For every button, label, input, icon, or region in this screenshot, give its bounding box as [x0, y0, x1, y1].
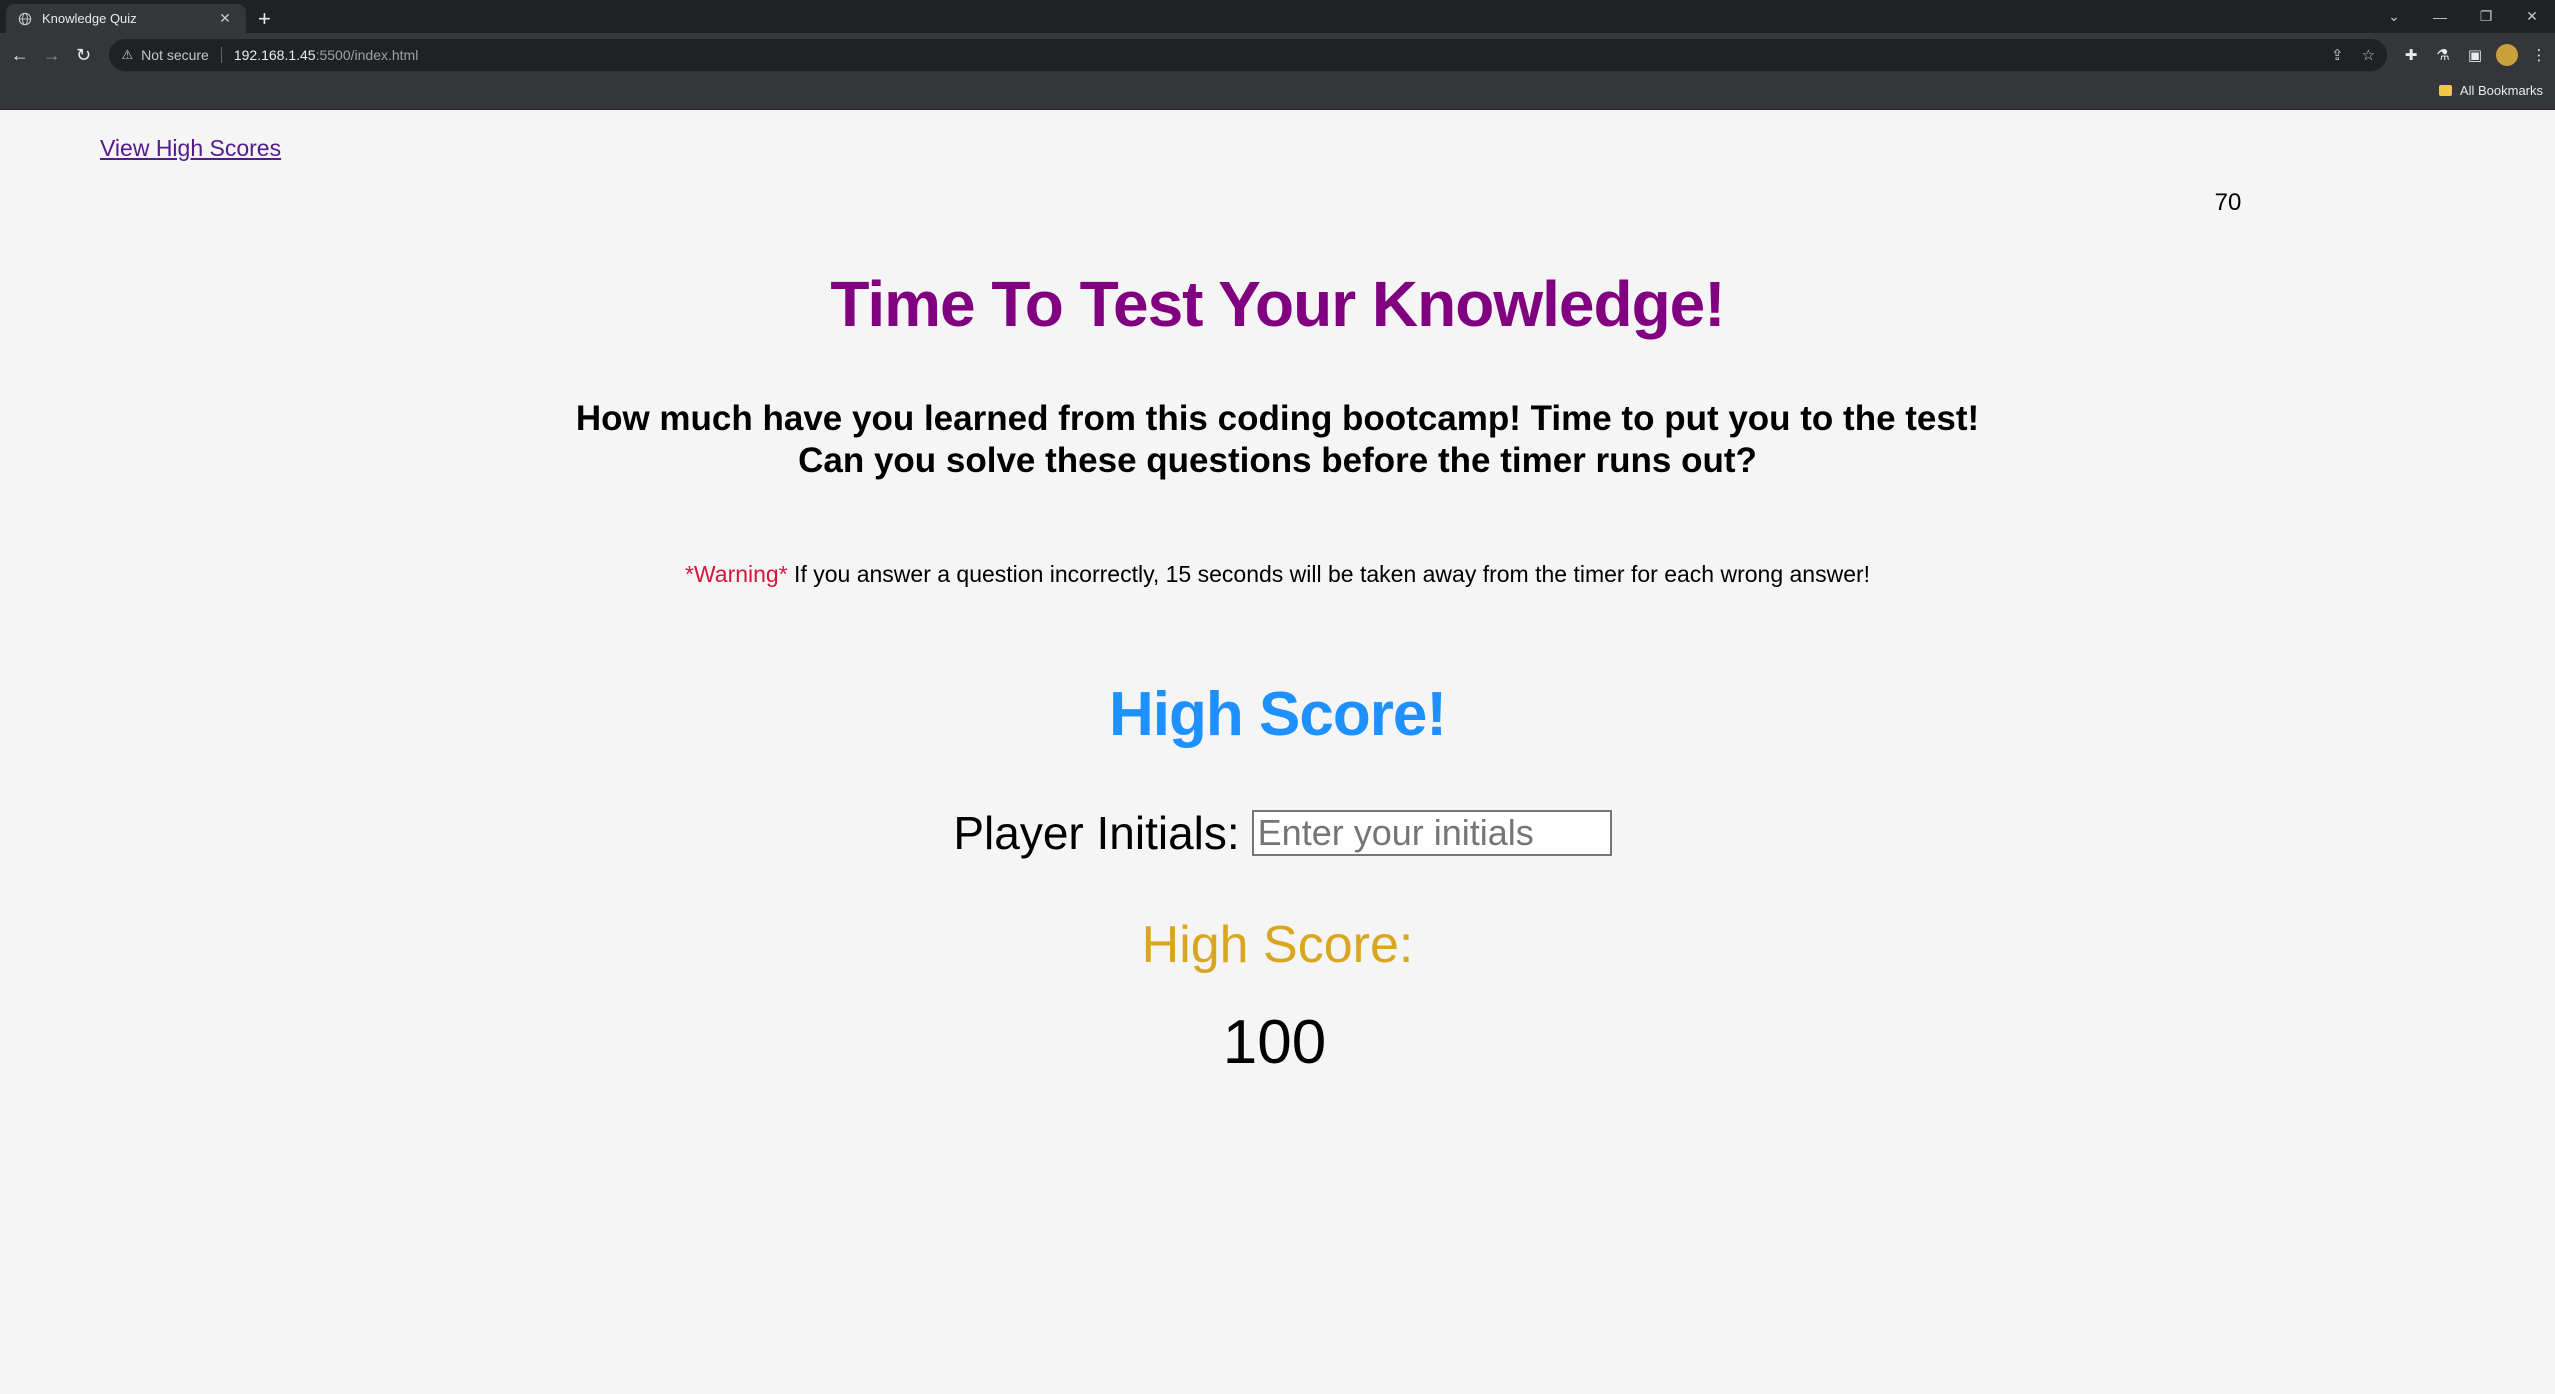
globe-icon	[18, 12, 32, 25]
minimize-icon[interactable]: —	[2417, 9, 2463, 25]
timer-display: 70	[2214, 189, 2242, 216]
intro-line-1: How much have you learned from this codi…	[575, 399, 1980, 438]
warning-message: *Warning* If you answer a question incor…	[0, 561, 2555, 588]
address-divider	[220, 47, 222, 63]
score-value: 100	[1222, 1008, 1327, 1077]
side-panel-icon[interactable]: ▣	[2459, 46, 2491, 64]
bookmarks-bar: All Bookmarks	[0, 77, 2555, 110]
security-label[interactable]: Not secure	[141, 47, 209, 63]
address-bar[interactable]: ⚠ Not secure 192.168.1.45:5500/index.htm…	[109, 39, 2388, 71]
view-high-scores-link[interactable]: View High Scores	[100, 135, 281, 162]
initials-label: Player Initials:	[953, 807, 1240, 859]
profile-avatar[interactable]	[2496, 44, 2519, 66]
share-icon[interactable]: ⇪	[2331, 46, 2344, 64]
score-label: High Score:	[1141, 916, 1414, 974]
window-close-icon[interactable]: ✕	[2509, 8, 2555, 25]
restore-icon[interactable]: ❐	[2463, 8, 2509, 25]
reload-icon[interactable]: ↻	[68, 45, 100, 66]
warning-triangle-icon[interactable]: ⚠	[121, 47, 133, 63]
toolbar-icons: ✚ ⚗ ▣ ⋮	[2395, 44, 2555, 66]
initials-row: Player Initials:	[0, 806, 2555, 860]
page-title: Time To Test Your Knowledge!	[830, 268, 1725, 340]
page-content: View High Scores 70 Time To Test Your Kn…	[0, 109, 2555, 1394]
warning-tag: *Warning*	[684, 561, 788, 587]
url-path: :5500/index.html	[315, 47, 419, 63]
browser-tab[interactable]: Knowledge Quiz ✕	[6, 4, 246, 33]
url-host: 192.168.1.45	[233, 47, 316, 63]
browser-tab-strip: Knowledge Quiz ✕ + ⌄ — ❐ ✕	[0, 0, 2555, 33]
extensions-icon[interactable]: ✚	[2395, 46, 2427, 64]
lab-flask-icon[interactable]: ⚗	[2427, 46, 2459, 64]
forward-arrow-icon[interactable]: →	[36, 45, 68, 66]
all-bookmarks-label: All Bookmarks	[2459, 83, 2543, 98]
tab-close-icon[interactable]: ✕	[216, 10, 234, 27]
intro-text: How much have you learned from this codi…	[0, 398, 2555, 482]
warning-text: If you answer a question incorrectly, 15…	[787, 561, 1871, 587]
browser-toolbar: ← → ↻ ⚠ Not secure 192.168.1.45:5500/ind…	[0, 33, 2555, 77]
tab-title: Knowledge Quiz	[42, 11, 137, 26]
bookmark-star-icon[interactable]: ☆	[2362, 46, 2375, 64]
back-arrow-icon[interactable]: ←	[4, 45, 36, 66]
window-controls: ⌄ — ❐ ✕	[2371, 0, 2555, 33]
high-score-heading: High Score!	[1109, 680, 1447, 749]
tab-search-icon[interactable]: ⌄	[2371, 8, 2417, 25]
new-tab-button[interactable]: +	[258, 4, 271, 33]
folder-icon	[2438, 85, 2452, 96]
intro-line-2: Can you solve these questions before the…	[798, 441, 1757, 480]
all-bookmarks-button[interactable]: All Bookmarks	[2438, 83, 2543, 98]
initials-input[interactable]	[1251, 810, 1612, 856]
menu-dots-icon[interactable]: ⋮	[2523, 46, 2555, 64]
